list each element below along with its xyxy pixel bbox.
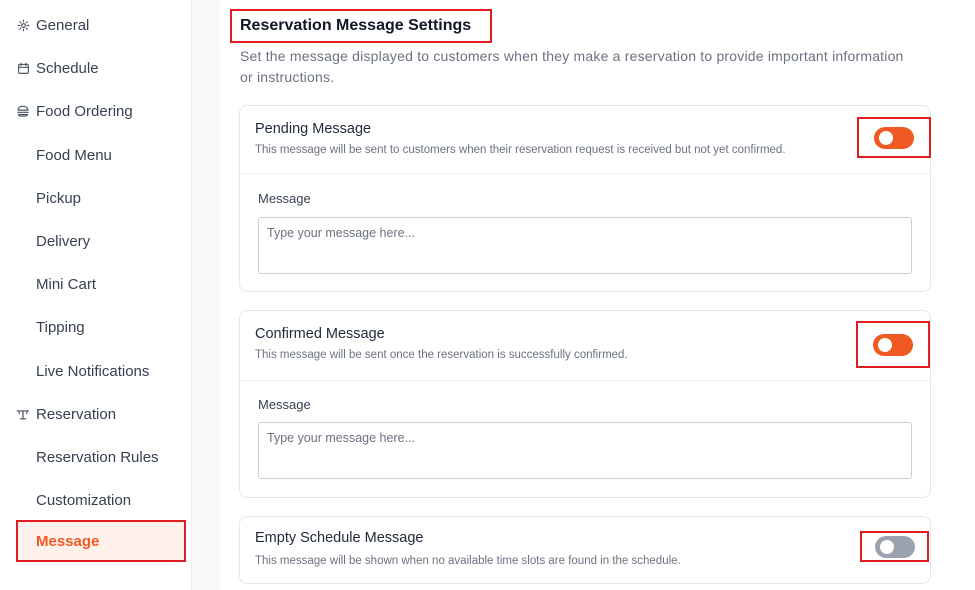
sidebar-item-live-notifications[interactable]: Live Notifications (0, 351, 192, 391)
message-label: Message (258, 191, 311, 206)
page-title-text: Reservation Message Settings (240, 17, 472, 34)
card-header: Confirmed Message This message will be s… (240, 311, 930, 381)
sidebar-item-delivery[interactable]: Delivery (0, 221, 192, 261)
sidebar-item-mini-cart[interactable]: Mini Cart (0, 264, 192, 304)
sidebar: General Schedule Food Ordering Food Menu… (0, 0, 192, 590)
message-label: Message (258, 397, 311, 412)
sidebar-item-label: Food Menu (36, 146, 112, 164)
calendar-icon (16, 61, 30, 75)
page-description: Set the message displayed to customers w… (240, 48, 904, 85)
sidebar-item-label: Food Ordering (36, 102, 133, 120)
sidebar-item-label: Pickup (36, 189, 82, 207)
card-header: Pending Message This message will be sen… (240, 106, 930, 174)
sidebar-item-food-ordering[interactable]: Food Ordering (0, 91, 192, 131)
confirmed-message-toggle[interactable] (873, 333, 913, 356)
content-gutter (192, 0, 220, 590)
toggle-knob (878, 337, 892, 352)
toggle-knob (879, 130, 893, 145)
burger-icon (16, 104, 30, 118)
pending-message-toggle[interactable] (874, 126, 914, 149)
card-subtitle: This message will be sent once the reser… (255, 349, 628, 361)
sidebar-item-reservation-rules[interactable]: Reservation Rules (0, 437, 192, 477)
sidebar-item-label: General (36, 16, 90, 34)
card-subtitle: This message will be shown when no avail… (255, 555, 681, 567)
sidebar-item-schedule[interactable]: Schedule (0, 48, 192, 88)
card-title: Pending Message (255, 121, 372, 137)
card-subtitle: This message will be sent to customers w… (255, 144, 786, 156)
sidebar-item-label: Delivery (36, 232, 91, 250)
sidebar-item-food-menu[interactable]: Food Menu (0, 135, 192, 175)
sidebar-item-label: Customization (36, 491, 132, 509)
sidebar-item-pickup[interactable]: Pickup (0, 178, 192, 218)
sidebar-item-label: Live Notifications (36, 362, 150, 380)
empty-schedule-toggle-highlight (860, 531, 929, 562)
empty-schedule-message-toggle[interactable] (874, 535, 915, 558)
sidebar-item-label: Schedule (36, 59, 99, 77)
pending-toggle-highlight (857, 117, 931, 158)
empty-schedule-message-card: Empty Schedule Message This message will… (239, 516, 931, 584)
page-title: Reservation Message Settings (230, 9, 492, 43)
sidebar-item-label: Reservation Rules (36, 448, 159, 466)
card-title: Empty Schedule Message (255, 530, 424, 546)
sidebar-item-label: Reservation (36, 405, 117, 423)
sidebar-item-message[interactable]: Message (16, 520, 186, 562)
sidebar-item-label: Tipping (36, 318, 85, 336)
toggle-knob (879, 539, 894, 554)
sidebar-item-label: Mini Cart (36, 275, 97, 293)
pending-message-textarea[interactable] (258, 217, 912, 274)
main-content (220, 0, 975, 590)
confirmed-message-card: Confirmed Message This message will be s… (239, 310, 931, 498)
table-icon (16, 407, 30, 421)
sidebar-item-general[interactable]: General (0, 5, 192, 45)
gear-icon (16, 18, 30, 32)
confirmed-message-textarea[interactable] (258, 422, 912, 479)
sidebar-item-reservation[interactable]: Reservation (0, 394, 192, 434)
sidebar-item-customization[interactable]: Customization (0, 480, 192, 520)
sidebar-item-label: Message (36, 532, 100, 550)
card-title: Confirmed Message (255, 326, 385, 342)
confirmed-toggle-highlight (856, 321, 930, 368)
pending-message-card: Pending Message This message will be sen… (239, 105, 931, 292)
sidebar-item-tipping[interactable]: Tipping (0, 307, 192, 347)
